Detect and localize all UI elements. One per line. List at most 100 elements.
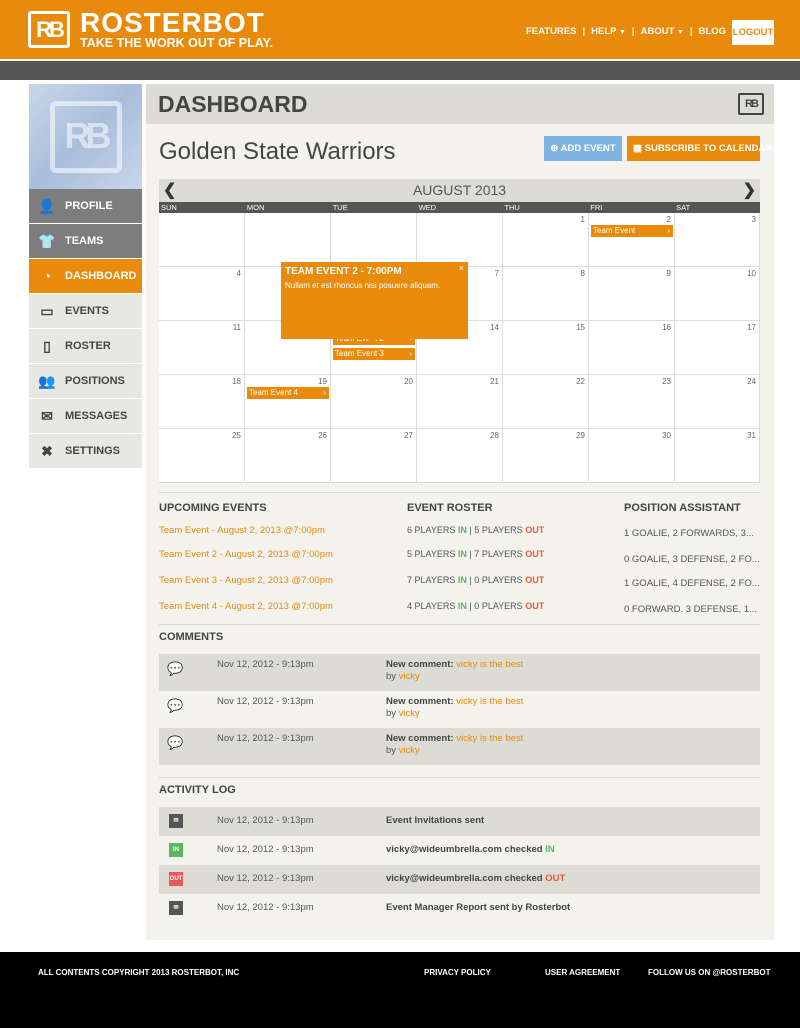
calendar-day-cell[interactable]: 30 [589, 429, 675, 483]
calendar-month: AUGUST 2013 [412, 182, 507, 198]
nav-about[interactable]: ABOUT ▼ [641, 26, 684, 37]
upcoming-event-link[interactable]: Team Event 3 - August 2, 2013 @7:00pm [159, 575, 333, 586]
logout-button[interactable]: LOGOUT [732, 20, 774, 45]
comment-user-link[interactable]: vicky [399, 671, 420, 682]
subscribe-calendar-button[interactable]: ▦ SUBSCRIBE TO CALENDAR [627, 136, 772, 161]
calendar-event[interactable]: Team Event 3 › [333, 348, 415, 360]
calendar-day-cell[interactable] [331, 213, 417, 267]
top-nav: FEATURES | HELP ▼ | ABOUT ▼ | BLOG [526, 26, 726, 37]
position-summary[interactable]: 0 FORWARD. 3 DEFENSE, 1... [624, 604, 757, 615]
out-label: OUT [525, 575, 545, 585]
calendar-day-cell[interactable]: 19 [245, 375, 331, 429]
calendar-day-cell[interactable]: 23 [589, 375, 675, 429]
calendar-day-cell[interactable]: 28 [417, 429, 503, 483]
position-summary[interactable]: 0 GOALIE, 3 DEFENSE, 2 FO... [624, 554, 760, 565]
comment-body-link[interactable]: vicky is the best [456, 659, 523, 670]
day-number: 22 [576, 377, 585, 386]
nav-blog[interactable]: BLOG [699, 26, 726, 37]
calendar-day-cell[interactable]: 29 [503, 429, 589, 483]
calendar-day-cell[interactable]: 17 [675, 321, 760, 375]
calendar-day-cell[interactable]: 18 [159, 375, 245, 429]
calendar-event[interactable]: Team Event › [591, 225, 673, 237]
calendar-day-cell[interactable]: 1 [503, 213, 589, 267]
sidebar-item-messages[interactable]: ✉ MESSAGES [29, 399, 142, 434]
sidebar-item-profile[interactable]: 👤 PROFILE [29, 189, 142, 224]
weekday-label: FRI [590, 203, 603, 212]
comment-body-link[interactable]: vicky is the best [456, 733, 523, 744]
header-divider [0, 59, 800, 80]
calendar-day-cell[interactable]: 24 [675, 375, 760, 429]
comment-date: Nov 12, 2012 - 9:13pm [217, 733, 314, 744]
calendar-day-cell[interactable] [417, 213, 503, 267]
sidebar-item-settings[interactable]: ✖ SETTINGS [29, 434, 142, 469]
follow-us-link[interactable]: FOLLOW US ON @ROSTERBOT [648, 968, 770, 977]
add-event-button[interactable]: ⊕ ADD EVENT [544, 136, 622, 161]
calendar-day-cell[interactable]: 8 [503, 267, 589, 321]
in-count: 6 [407, 525, 413, 535]
comment-user-link[interactable]: vicky [399, 708, 420, 719]
event-roster-title: EVENT ROSTER [407, 502, 493, 514]
calendar-day-cell[interactable]: 26 [245, 429, 331, 483]
sidebar-item-events[interactable]: ▭ EVENTS [29, 294, 142, 329]
activity-status: IN [545, 844, 555, 855]
section-divider [159, 492, 760, 493]
close-icon[interactable]: × [459, 263, 464, 273]
day-number: 10 [747, 269, 756, 278]
section-divider [159, 624, 760, 625]
comment-text: New comment: vicky is the best by vicky [386, 696, 523, 720]
comment-user-link[interactable]: vicky [399, 745, 420, 756]
position-summary[interactable]: 1 GOALIE, 2 FORWARDS, 3... [624, 528, 754, 539]
calendar-day-cell[interactable]: 31 [675, 429, 760, 483]
activity-desc: vicky@wideumbrella.com checked [386, 844, 543, 855]
calendar-day-cell[interactable]: 2 [589, 213, 675, 267]
calendar-day-cell[interactable]: 22 [503, 375, 589, 429]
calendar-day-cell[interactable]: 4 [159, 267, 245, 321]
calendar-day-cell[interactable]: 15 [503, 321, 589, 375]
next-month-icon[interactable]: ❯ [743, 179, 756, 202]
brand-name[interactable]: ROSTERBOT [80, 9, 265, 37]
nav-help-label: HELP [591, 26, 617, 37]
comment-row: 💬 Nov 12, 2012 - 9:13pm New comment: vic… [159, 691, 760, 728]
sidebar-item-roster[interactable]: ▯ ROSTER [29, 329, 142, 364]
brand-tagline: TAKE THE WORK OUT OF PLAY. [80, 36, 274, 50]
privacy-policy-link[interactable]: PRIVACY POLICY [424, 968, 491, 977]
calendar-day-cell[interactable]: 25 [159, 429, 245, 483]
activity-date: Nov 12, 2012 - 9:13pm [217, 815, 314, 826]
calendar-grid: 1234567891011121314151617181920212223242… [159, 213, 760, 483]
team-avatar[interactable]: RB [29, 84, 142, 189]
sidebar-item-teams[interactable]: 👕 TEAMS [29, 224, 142, 259]
upcoming-event-link[interactable]: Team Event - August 2, 2013 @7:00pm [159, 525, 325, 536]
sidebar-item-dashboard[interactable]: ◔ DASHBOARD [29, 259, 142, 294]
players-label: PLAYERS [414, 601, 456, 611]
user-agreement-link[interactable]: USER AGREEMENT [545, 968, 620, 977]
sidebar-item-positions[interactable]: 👥 POSITIONS [29, 364, 142, 399]
activity-text: vicky@wideumbrella.com checked IN [386, 844, 555, 855]
prev-month-icon[interactable]: ❮ [163, 179, 176, 202]
roster-sep: | [469, 575, 472, 585]
in-label: IN [457, 525, 467, 535]
calendar-day-cell[interactable]: 3 [675, 213, 760, 267]
in-count: 5 [407, 549, 413, 559]
calendar-day-cell[interactable]: 20 [331, 375, 417, 429]
calendar-day-cell[interactable]: 10 [675, 267, 760, 321]
upcoming-event-link[interactable]: Team Event 2 - August 2, 2013 @7:00pm [159, 549, 333, 560]
in-label: IN [457, 549, 467, 559]
nav-features[interactable]: FEATURES [526, 26, 577, 37]
rosterbot-logo-icon[interactable]: RB [28, 11, 70, 48]
calendar-day-cell[interactable]: 27 [331, 429, 417, 483]
calendar-event[interactable]: Team Event 4 › [247, 387, 329, 399]
calendar-day-cell[interactable] [159, 213, 245, 267]
calendar-day-cell[interactable]: 11 [159, 321, 245, 375]
calendar-day-cell[interactable]: 9 [589, 267, 675, 321]
subscribe-label: SUBSCRIBE TO CALENDAR [644, 143, 773, 154]
calendar-day-cell[interactable]: 16 [589, 321, 675, 375]
calendar-day-cell[interactable]: 21 [417, 375, 503, 429]
upcoming-event-link[interactable]: Team Event 4 - August 2, 2013 @7:00pm [159, 601, 333, 612]
position-summary[interactable]: 1 GOALIE, 4 DEFENSE, 2 FO... [624, 578, 760, 589]
nav-help[interactable]: HELP ▼ [591, 26, 626, 37]
sidebar-item-label: MESSAGES [65, 410, 128, 422]
comment-body-link[interactable]: vicky is the best [456, 696, 523, 707]
comment-by: by [386, 745, 397, 756]
comment-by: by [386, 708, 397, 719]
calendar-day-cell[interactable] [245, 213, 331, 267]
